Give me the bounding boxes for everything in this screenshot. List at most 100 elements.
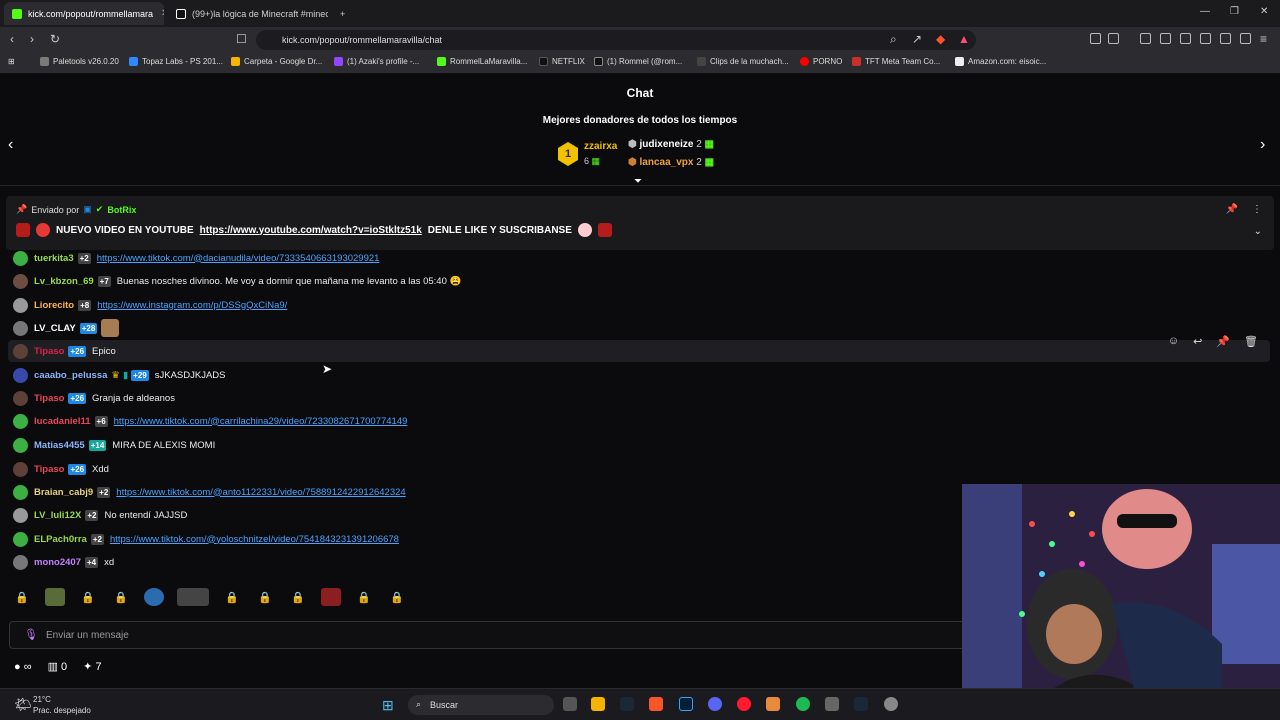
message-link[interactable]: https://www.tiktok.com/@yoloschnitzel/vi… [110, 534, 399, 545]
chat-message[interactable]: tuerkita3 +2 https://www.tiktok.com/@dac… [8, 247, 1270, 269]
emote-icon[interactable] [45, 588, 65, 606]
avatar[interactable] [13, 367, 28, 383]
app-icon[interactable] [825, 697, 839, 711]
steam-icon[interactable] [854, 697, 868, 711]
taskbar-search[interactable]: ⌕ Buscar [408, 695, 554, 715]
pinned-link[interactable]: https://www.youtube.com/watch?v=ioStkltz… [200, 225, 422, 236]
avatar[interactable] [13, 554, 28, 570]
close-window-icon[interactable]: ✕ [1260, 6, 1268, 17]
username[interactable]: Lv_kbzon_69 [34, 276, 94, 287]
lock-icon[interactable]: 🔒 [255, 588, 275, 606]
chat-message[interactable]: caaabo_pelussa ♛ ▮ +29 sJKASDJKJADS [8, 364, 1270, 386]
chat-message[interactable]: Matias4455 +14 MIRA DE ALEXIS MOMI [8, 434, 1270, 456]
extensions-icon[interactable] [1090, 33, 1101, 44]
chat-message[interactable]: LV_CLAY +28 [8, 317, 1270, 339]
chat-message[interactable]: Liorecito +8 https://www.instagram.com/p… [8, 294, 1270, 316]
weather-icon[interactable]: 🌤 [14, 696, 32, 713]
lock-icon[interactable]: 🔒 [12, 588, 32, 606]
weather-widget[interactable]: 21°C Prac. despejado [33, 694, 91, 716]
opera-icon[interactable] [737, 697, 751, 711]
pinned-sender-name[interactable]: BotRix [107, 205, 136, 215]
tab-tiktok[interactable]: (99+)la lógica de Minecraft #minecra [168, 2, 328, 25]
channel-points[interactable]: ✦ 7 [83, 660, 101, 673]
wallet-icon[interactable] [1108, 33, 1119, 44]
emote-icon[interactable] [177, 588, 209, 606]
username[interactable]: Tipaso [34, 464, 64, 475]
new-tab-button[interactable]: + [332, 2, 352, 25]
minimize-icon[interactable]: — [1200, 6, 1210, 17]
chevron-right-icon[interactable]: › [1260, 136, 1265, 154]
avatar[interactable] [13, 461, 28, 477]
brave-icon[interactable] [649, 697, 663, 711]
avatar[interactable] [13, 413, 28, 429]
unpin-icon[interactable]: 📌 [1226, 204, 1238, 215]
vpn-icon[interactable] [1240, 33, 1251, 44]
bookmark-item[interactable]: Amazon.com: eisoic... [955, 57, 1046, 66]
avatar[interactable] [13, 250, 28, 266]
username[interactable]: lucadaniel11 [34, 416, 91, 427]
chevron-down-icon[interactable]: ⌄ [1254, 226, 1262, 237]
app-icon[interactable] [766, 697, 780, 711]
donor-row[interactable]: ⬢ lancaa_vpx 2 ▦ [628, 157, 714, 168]
media-icon[interactable] [1160, 33, 1171, 44]
chat-message[interactable]: Tipaso +26 Granja de aldeanos [8, 387, 1270, 409]
username[interactable]: Matias4455 [34, 440, 85, 451]
username[interactable]: LV_luli12X [34, 510, 81, 521]
avatar[interactable] [13, 390, 28, 406]
username[interactable]: tuerkita3 [34, 253, 74, 264]
tab-kick[interactable]: kick.com/popout/rommellamara ✕ [4, 2, 164, 25]
app-icon[interactable] [884, 697, 898, 711]
lock-icon[interactable]: 🔒 [354, 588, 374, 606]
emoji-reaction-icon[interactable]: ☺ [1168, 335, 1179, 348]
share-icon[interactable]: ↗ [912, 32, 922, 46]
bookmark-item[interactable]: (1) Rommel (@rom... [594, 57, 682, 66]
avatar[interactable] [13, 437, 28, 453]
bookmark-item[interactable]: (1) Azaki's profile -... [334, 57, 419, 66]
avatar[interactable] [13, 297, 28, 313]
bookmark-item[interactable]: PORNO [800, 57, 842, 66]
chat-message[interactable]: Lv_kbzon_69 +7 Buenas nosches divinoo. M… [8, 270, 1270, 292]
brave-shield-icon[interactable]: ◆ [936, 32, 945, 46]
bookmark-item[interactable]: Clips de la muchach... [697, 57, 789, 66]
zoom-icon[interactable]: ⌕ [890, 32, 897, 47]
lock-icon[interactable]: 🔒 [111, 588, 131, 606]
chat-message[interactable]: lucadaniel11 +6 https://www.tiktok.com/@… [8, 410, 1270, 432]
lock-icon[interactable]: 🔒 [78, 588, 98, 606]
address-bar[interactable]: kick.com/popout/rommellamaravilla/chat [256, 30, 976, 50]
message-link[interactable]: https://www.tiktok.com/@carrilachina29/v… [114, 416, 408, 427]
discord-icon[interactable] [708, 697, 722, 711]
message-link[interactable]: https://www.tiktok.com/@dacianudila/vide… [97, 253, 380, 264]
maximize-icon[interactable]: ❐ [1230, 6, 1239, 17]
bookmark-item[interactable]: Paletools v26.0.20 [40, 57, 119, 66]
bookmark-item[interactable]: TFT Meta Team Co... [852, 57, 940, 66]
lock-icon[interactable]: 🔒 [288, 588, 308, 606]
avatar[interactable] [13, 531, 28, 547]
windows-start-icon[interactable]: ⊞ [382, 697, 394, 714]
leo-icon[interactable] [1220, 33, 1231, 44]
back-icon[interactable]: ‹ [10, 32, 14, 46]
avatar[interactable] [13, 343, 28, 359]
photoshop-icon[interactable] [679, 697, 693, 711]
message-link[interactable]: https://www.tiktok.com/@anto1122331/vide… [116, 487, 405, 498]
microphone-icon[interactable]: 🎙 [24, 628, 38, 641]
menu-icon[interactable]: ≡ [1260, 32, 1267, 46]
reload-icon[interactable]: ↻ [50, 32, 60, 46]
username[interactable]: Tipaso [34, 346, 64, 357]
bookmark-item[interactable]: Carpeta - Google Dr... [231, 57, 322, 66]
steam-icon[interactable] [620, 697, 634, 711]
downloads-icon[interactable] [1140, 33, 1151, 44]
chat-message[interactable]: Tipaso +26 Xdd [8, 458, 1270, 480]
file-explorer-icon[interactable] [591, 697, 605, 711]
emote-icon[interactable] [144, 588, 164, 606]
delete-icon[interactable]: 🗑 [1244, 335, 1258, 348]
spotify-icon[interactable] [796, 697, 810, 711]
collapse-icon[interactable]: ⏷ [634, 176, 642, 187]
username[interactable]: LV_CLAY [34, 323, 76, 334]
username[interactable]: caaabo_pelussa [34, 370, 107, 381]
avatar[interactable] [13, 507, 28, 523]
apps-icon[interactable]: ⊞ [8, 57, 15, 66]
bookmark-item[interactable]: NETFLIX [539, 57, 585, 66]
reply-icon[interactable]: ↩ [1193, 335, 1202, 348]
avatar[interactable] [13, 484, 28, 500]
wallet2-icon[interactable] [1200, 33, 1211, 44]
